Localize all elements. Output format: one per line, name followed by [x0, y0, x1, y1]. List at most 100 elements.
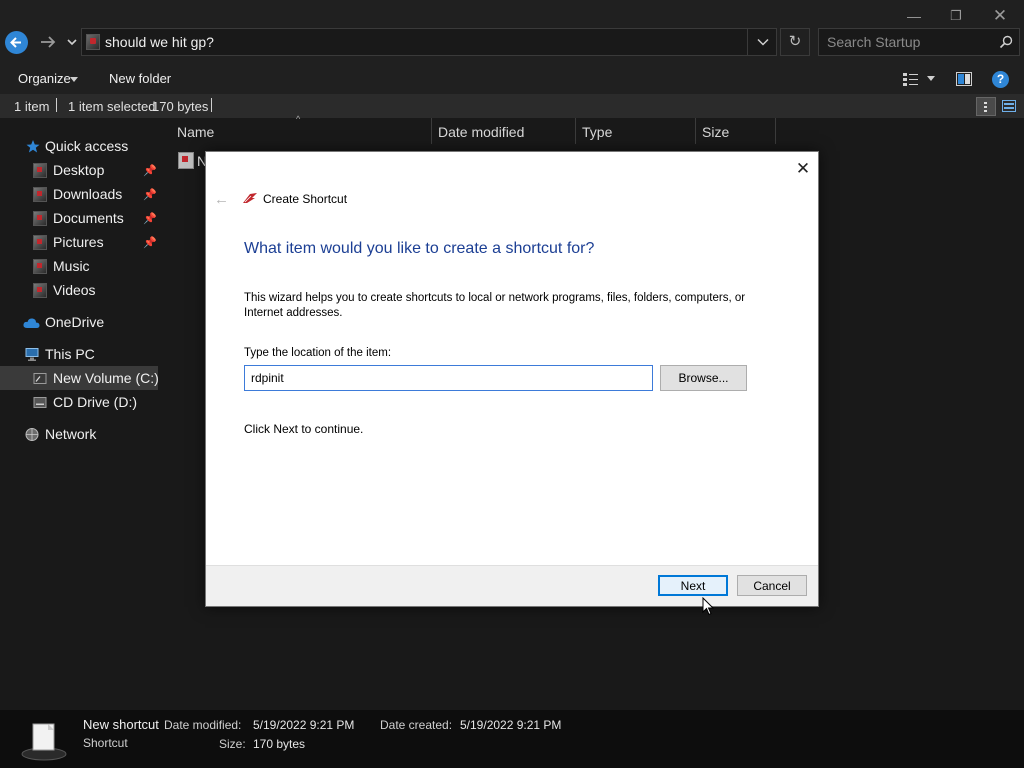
shortcut-file-icon[interactable] [178, 152, 194, 169]
nav-item-label: Desktop [53, 162, 105, 178]
nav-item-cd-drive[interactable]: CD Drive (D:) [0, 390, 158, 414]
nav-item-desktop[interactable]: Desktop 📌 [0, 158, 158, 182]
nav-item-music[interactable]: Music [0, 254, 158, 278]
pin-icon[interactable]: 📌 [143, 188, 157, 201]
nav-item-documents[interactable]: Documents 📌 [0, 206, 158, 230]
search-icon [999, 35, 1013, 49]
column-divider[interactable] [575, 118, 576, 144]
network-icon [25, 428, 39, 441]
nav-item-label: Music [53, 258, 90, 274]
column-header-date-modified[interactable]: Date modified [438, 124, 524, 140]
pin-icon[interactable]: 📌 [143, 212, 157, 225]
nav-item-label: Network [45, 426, 97, 442]
nav-this-pc[interactable]: This PC [0, 342, 158, 366]
address-bar[interactable]: should we hit gp? [81, 28, 777, 56]
details-view-icon [984, 102, 987, 112]
large-icons-view-button[interactable] [999, 97, 1019, 116]
cancel-button[interactable]: Cancel [737, 575, 807, 596]
wizard-description: This wizard helps you to create shortcut… [244, 292, 746, 319]
nav-item-new-volume[interactable]: New Volume (C:) [0, 366, 159, 390]
pin-icon[interactable]: 📌 [143, 164, 157, 177]
chevron-down-icon [757, 38, 769, 46]
column-divider[interactable] [695, 118, 696, 144]
caret-down-icon[interactable] [927, 76, 935, 81]
downloads-folder-icon [33, 187, 47, 202]
nav-item-pictures[interactable]: Pictures 📌 [0, 230, 158, 254]
folder-icon [86, 34, 100, 50]
details-file-type: Shortcut [83, 736, 128, 750]
close-window-button[interactable]: ✕ [978, 4, 1022, 28]
restore-button[interactable]: ❐ [934, 4, 978, 28]
nav-item-label: Videos [53, 282, 96, 298]
status-separator [211, 98, 212, 112]
create-shortcut-dialog: ✕ ← Create Shortcut What item would you … [205, 151, 819, 607]
minimize-button[interactable]: — [892, 4, 936, 28]
desktop-folder-icon [33, 163, 47, 178]
nav-item-label: Downloads [53, 186, 123, 202]
column-header-type[interactable]: Type [582, 124, 612, 140]
nav-quick-access[interactable]: Quick access [0, 134, 158, 158]
pin-icon[interactable]: 📌 [143, 236, 157, 249]
selection-count: 1 item selected [68, 99, 156, 114]
selection-size: 170 bytes [152, 99, 209, 114]
size-label: Size: [219, 737, 246, 751]
caret-down-icon[interactable] [70, 77, 78, 82]
wizard-heading: What item would you like to create a sho… [244, 240, 595, 257]
star-icon [26, 140, 40, 153]
command-bar: Organize New folder ? [0, 64, 1024, 94]
computer-icon [25, 348, 39, 361]
details-file-name: New shortcut [83, 717, 159, 732]
arrow-left-icon [10, 37, 21, 48]
music-folder-icon [33, 259, 47, 274]
location-label: Type the location of the item: [244, 347, 392, 359]
item-count: 1 item [14, 99, 50, 114]
column-header-name[interactable]: Name [177, 124, 214, 140]
dialog-title: Create Shortcut [263, 192, 348, 206]
back-button[interactable] [5, 31, 28, 54]
browse-button[interactable]: Browse... [660, 365, 747, 391]
pictures-folder-icon [33, 235, 47, 250]
date-created-value: 5/19/2022 9:21 PM [460, 718, 562, 732]
nav-item-label: OneDrive [45, 314, 105, 330]
location-input[interactable] [244, 365, 653, 391]
next-button[interactable]: Next [658, 575, 728, 596]
column-divider[interactable] [775, 118, 776, 144]
continue-instruction: Click Next to continue. [244, 422, 364, 436]
nav-item-label: CD Drive (D:) [53, 394, 137, 410]
nav-item-label: New Volume (C:) [53, 370, 159, 386]
drive-icon [33, 373, 47, 384]
recent-locations-chevron-icon[interactable] [66, 36, 78, 48]
column-header-size[interactable]: Size [702, 124, 729, 140]
tiles-view-icon [1002, 100, 1016, 112]
wizard-back-button[interactable]: ← [214, 191, 229, 208]
nav-item-label: Quick access [45, 138, 129, 154]
help-icon[interactable]: ? [992, 71, 1009, 88]
date-modified-value: 5/19/2022 9:21 PM [253, 718, 355, 732]
search-input[interactable] [827, 34, 997, 50]
refresh-button[interactable]: ↻ [780, 28, 810, 56]
nav-item-videos[interactable]: Videos [0, 278, 158, 302]
nav-onedrive[interactable]: OneDrive [0, 310, 158, 334]
cd-drive-icon [33, 397, 47, 408]
address-history-dropdown[interactable] [747, 28, 777, 56]
status-separator [56, 98, 57, 112]
size-value: 170 bytes [253, 737, 306, 751]
nav-network[interactable]: Network [0, 422, 158, 446]
sort-ascending-icon: ^ [296, 114, 301, 124]
details-view-button[interactable] [976, 97, 996, 116]
preview-pane-icon[interactable] [956, 72, 972, 86]
organize-button[interactable]: Organize [18, 71, 71, 86]
status-bar: 1 item 1 item selected 170 bytes [0, 94, 1024, 118]
forward-button[interactable] [38, 33, 58, 51]
new-folder-button[interactable]: New folder [109, 71, 171, 86]
mouse-pointer-icon [702, 597, 714, 616]
nav-item-label: This PC [45, 346, 95, 362]
view-options-icon[interactable] [903, 72, 919, 86]
search-box[interactable] [818, 28, 1020, 56]
shortcut-thumbnail-icon [21, 723, 67, 761]
dialog-close-button[interactable]: ✕ [792, 158, 814, 180]
date-modified-label: Date modified: [164, 718, 242, 732]
nav-item-downloads[interactable]: Downloads 📌 [0, 182, 158, 206]
videos-folder-icon [33, 283, 47, 298]
column-divider[interactable] [431, 118, 432, 144]
